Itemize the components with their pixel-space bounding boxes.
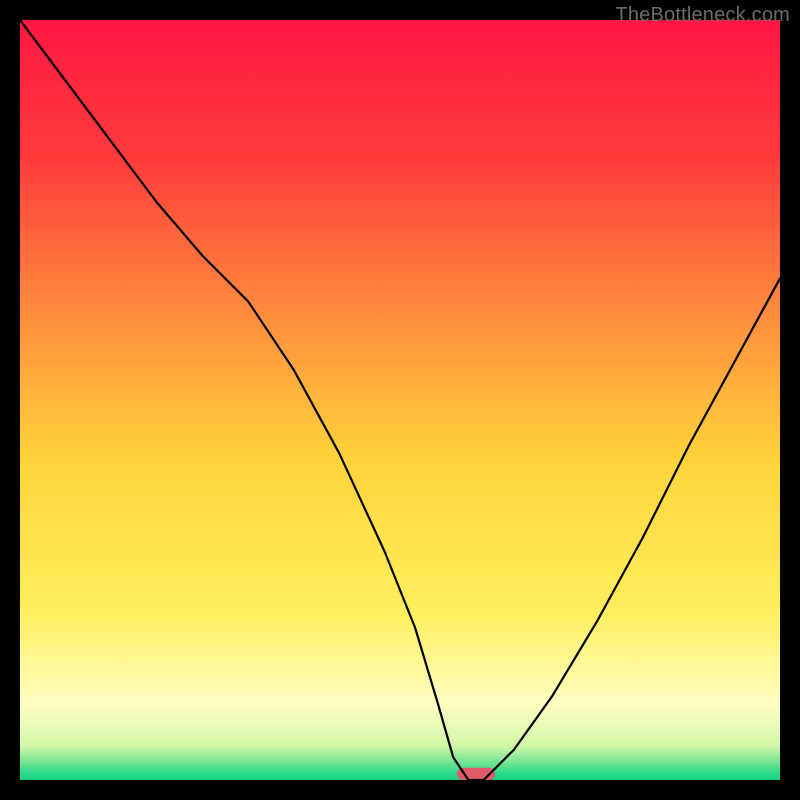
gradient-background bbox=[20, 20, 780, 780]
bottleneck-chart bbox=[20, 20, 780, 780]
chart-frame: TheBottleneck.com bbox=[0, 0, 800, 800]
watermark-text: TheBottleneck.com bbox=[615, 4, 790, 27]
